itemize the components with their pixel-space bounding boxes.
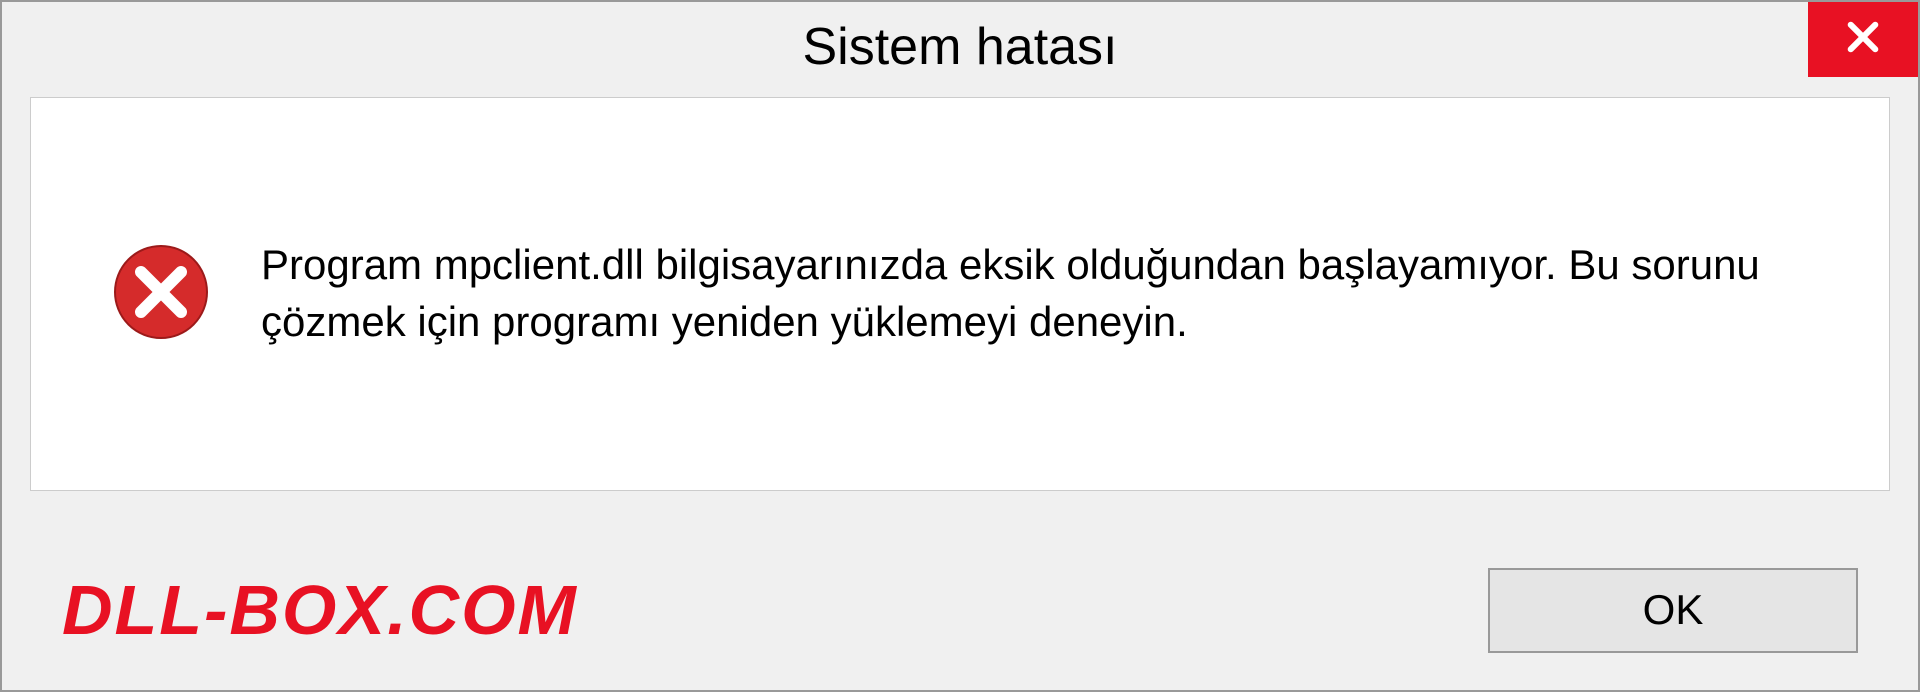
dialog-title: Sistem hatası	[802, 17, 1117, 77]
footer: DLL-BOX.COM OK	[2, 530, 1918, 690]
close-button[interactable]	[1808, 2, 1918, 77]
content-panel: Program mpclient.dll bilgisayarınızda ek…	[30, 97, 1890, 491]
watermark-text: DLL-BOX.COM	[62, 570, 578, 650]
ok-button[interactable]: OK	[1488, 568, 1858, 653]
error-icon	[111, 242, 211, 347]
title-bar: Sistem hatası	[2, 2, 1918, 92]
error-message: Program mpclient.dll bilgisayarınızda ek…	[261, 237, 1839, 350]
close-icon	[1842, 16, 1884, 63]
